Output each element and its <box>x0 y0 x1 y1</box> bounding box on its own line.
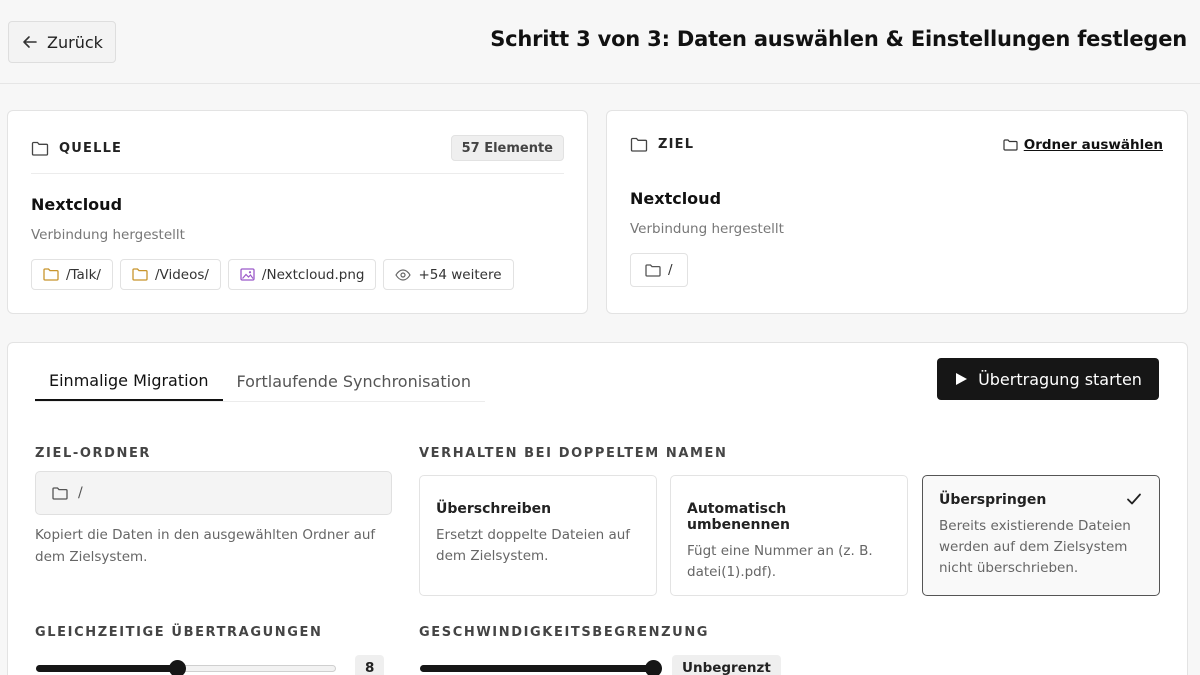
select-folder-link[interactable]: Ordner auswählen <box>1003 137 1163 153</box>
arrow-left-icon <box>21 33 39 51</box>
check-icon <box>1126 492 1142 506</box>
option-overwrite[interactable]: Überschreiben Ersetzt doppelte Dateien a… <box>419 475 657 596</box>
source-item-nextcloud-png[interactable]: /Nextcloud.png <box>227 259 377 290</box>
concurrent-transfers-value: 8 <box>355 655 385 675</box>
settings-panel: Einmalige Migration Fortlaufende Synchro… <box>7 342 1188 675</box>
duplicate-behavior-label: VERHALTEN BEI DOPPELTEM NAMEN <box>419 446 728 461</box>
source-service-name: Nextcloud <box>31 195 123 214</box>
concurrent-transfers-label: GLEICHZEITIGE ÜBERTRAGUNGEN <box>35 625 323 640</box>
target-folder-help: Kopiert die Daten in den ausgewählten Or… <box>35 527 376 565</box>
slider-fill <box>36 665 177 672</box>
back-button[interactable]: Zurück <box>8 21 116 63</box>
target-path-chip[interactable]: / <box>630 253 688 287</box>
page-header: Zurück Schritt 3 von 3: Daten auswählen … <box>0 0 1200 84</box>
source-card: QUELLE 57 Elemente Nextcloud Verbindung … <box>7 110 588 314</box>
eye-icon <box>395 268 412 281</box>
page-title: Schritt 3 von 3: Daten auswählen & Einst… <box>490 27 1187 51</box>
source-item-more[interactable]: +54 weitere <box>383 259 514 290</box>
slider-thumb[interactable] <box>169 660 186 675</box>
item-count-badge: 57 Elemente <box>450 135 564 161</box>
option-skip[interactable]: Überspringen Bereits existierende Dateie… <box>922 475 1160 596</box>
concurrent-transfers-slider[interactable] <box>36 660 336 675</box>
folder-icon <box>645 263 661 277</box>
target-folder-label: ZIEL-ORDNER <box>35 446 152 461</box>
target-service-name: Nextcloud <box>630 189 722 208</box>
target-folder-input[interactable]: / <box>35 471 392 515</box>
option-auto-rename[interactable]: Automatisch umbenennen Fügt eine Nummer … <box>670 475 908 596</box>
speed-limit-value: Unbegrenzt <box>672 655 781 675</box>
speed-limit-slider[interactable] <box>420 660 662 675</box>
play-icon <box>954 372 968 386</box>
tab-one-time-migration[interactable]: Einmalige Migration <box>35 361 223 401</box>
mode-tabs: Einmalige Migration Fortlaufende Synchro… <box>35 361 485 402</box>
target-card: ZIEL Ordner auswählen Nextcloud Verbindu… <box>606 110 1188 314</box>
target-status: Verbindung hergestellt <box>630 221 784 237</box>
target-label: ZIEL <box>658 137 695 152</box>
folder-icon <box>1003 139 1018 151</box>
folder-icon <box>43 268 59 281</box>
image-icon <box>240 268 255 281</box>
start-transfer-button[interactable]: Übertragung starten <box>937 358 1159 400</box>
folder-icon <box>630 137 648 152</box>
source-item-talk[interactable]: /Talk/ <box>31 259 113 290</box>
source-label-row: QUELLE <box>31 141 122 156</box>
speed-limit-label: GESCHWINDIGKEITSBEGRENZUNG <box>419 625 710 640</box>
divider <box>31 173 564 174</box>
folder-icon <box>52 486 68 500</box>
slider-fill <box>420 665 653 672</box>
source-label: QUELLE <box>59 141 123 156</box>
target-label-row: ZIEL <box>630 137 694 152</box>
back-button-label: Zurück <box>47 32 103 52</box>
slider-thumb[interactable] <box>645 660 662 675</box>
source-status: Verbindung hergestellt <box>31 227 185 243</box>
folder-icon <box>31 141 49 156</box>
target-path: / <box>630 253 688 287</box>
source-items: /Talk/ /Videos/ /Nextcloud.png +54 weite… <box>31 259 514 290</box>
folder-icon <box>132 268 148 281</box>
tab-continuous-sync[interactable]: Fortlaufende Synchronisation <box>223 361 485 401</box>
source-item-videos[interactable]: /Videos/ <box>119 259 221 290</box>
